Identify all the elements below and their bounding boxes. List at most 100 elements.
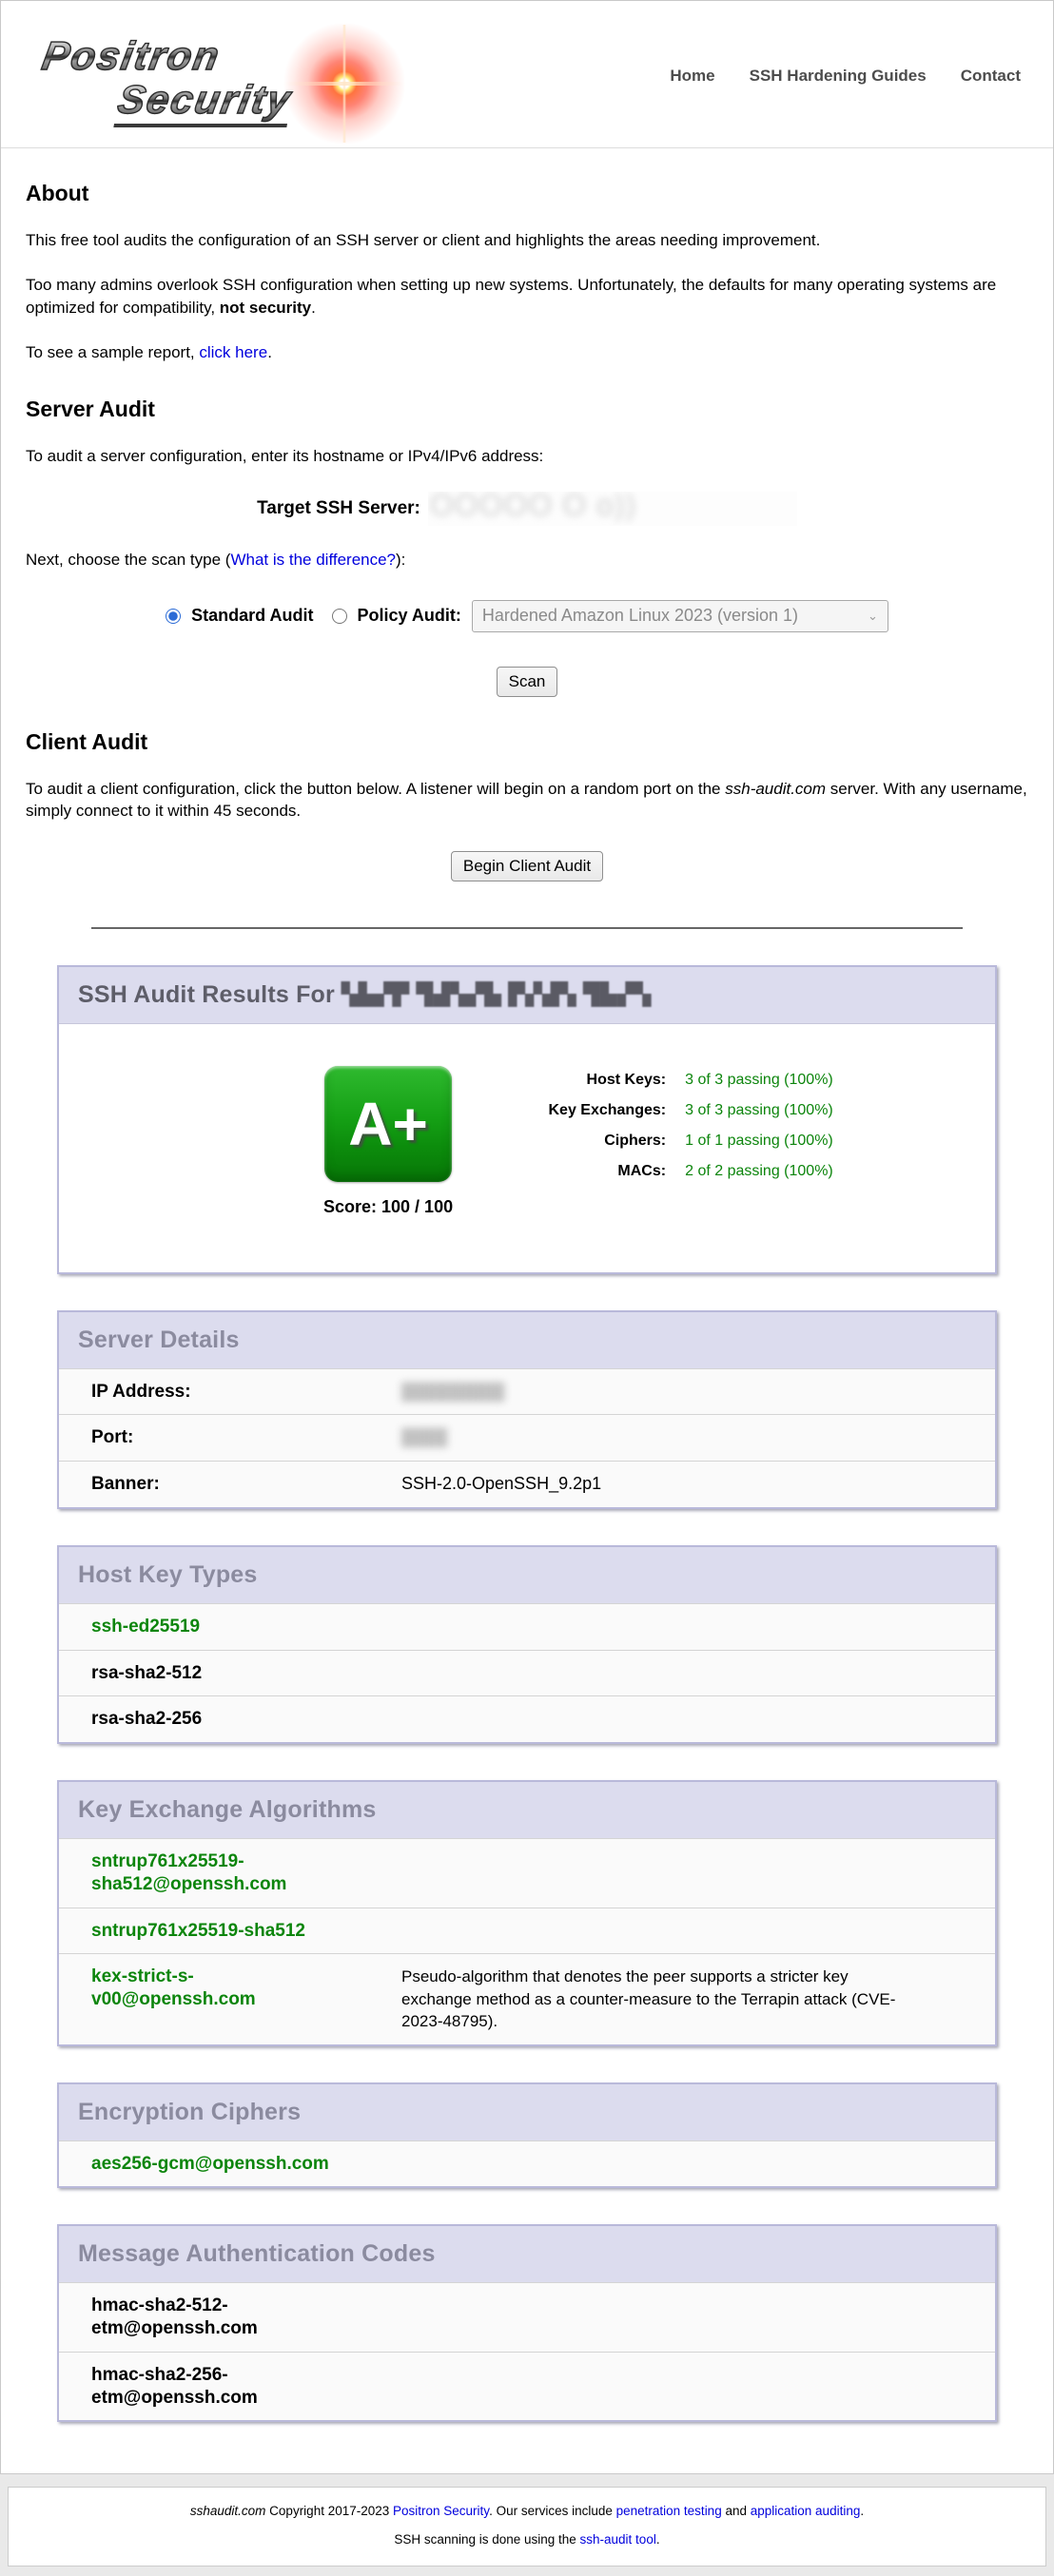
- about-p2-text: Too many admins overlook SSH configurati…: [26, 276, 996, 316]
- scan-type-row: Next, choose the scan type (What is the …: [26, 549, 1028, 571]
- stat-row-host-keys: Host Keys: 3 of 3 passing (100%): [510, 1072, 833, 1089]
- row-label: Banner:: [59, 1473, 401, 1496]
- target-server-label: Target SSH Server:: [257, 498, 420, 519]
- footer-copyright: Copyright 2017-2023: [265, 2504, 393, 2518]
- main-content: About This free tool audits the configur…: [1, 181, 1053, 2422]
- page-container: Positron Security Home SSH Hardening Gui…: [0, 0, 1054, 2474]
- section-divider: [91, 927, 964, 929]
- results-panel-header: SSH Audit Results For ▚▙▞▛ ▜▟▚▞▙ ▛▞▟▚ ▜▙…: [59, 967, 995, 1023]
- policy-audit-radio[interactable]: [332, 609, 347, 624]
- footer-auditing-link[interactable]: application auditing: [751, 2504, 861, 2518]
- scan-button[interactable]: Scan: [497, 667, 558, 697]
- about-paragraph-2: Too many admins overlook SSH configurati…: [26, 274, 1028, 319]
- table-row: hmac-sha2-256-etm@openssh.com: [59, 2352, 995, 2421]
- stat-label: MACs:: [510, 1163, 666, 1180]
- logo-text-line1: Positron: [43, 33, 220, 79]
- starburst-flare-icon: [283, 22, 406, 145]
- scan-type-close: ):: [396, 551, 405, 569]
- site-footer: sshaudit.com Copyright 2017-2023 Positro…: [8, 2487, 1046, 2566]
- mac-name: hmac-sha2-256-etm@openssh.com: [59, 2364, 401, 2410]
- row-value: SSH-2.0-OpenSSH_9.2p1: [401, 1473, 995, 1495]
- footer-positron-link[interactable]: Positron Security: [393, 2504, 489, 2518]
- encryption-ciphers-header: Encryption Ciphers: [59, 2084, 995, 2140]
- footer-line2-period: .: [656, 2532, 660, 2547]
- chevron-down-icon: ⌄: [868, 609, 878, 624]
- target-server-row: Target SSH Server: OOOOO O o)): [26, 492, 1028, 526]
- key-exchange-panel: Key Exchange Algorithms sntrup761x25519-…: [57, 1780, 997, 2046]
- stat-value: 1 of 1 passing (100%): [685, 1133, 833, 1150]
- stat-value: 3 of 3 passing (100%): [685, 1072, 833, 1089]
- kex-description: Pseudo-algorithm that denotes the peer s…: [401, 1966, 995, 2032]
- row-label: Port:: [59, 1426, 401, 1449]
- sample-report-link[interactable]: click here: [199, 343, 267, 361]
- sample-report-text: To see a sample report,: [26, 343, 199, 361]
- footer-ssh-audit-tool-link[interactable]: ssh-audit tool: [580, 2532, 656, 2547]
- results-body: A+ Score: 100 / 100 Host Keys: 3 of 3 pa…: [59, 1023, 995, 1272]
- positron-security-logo[interactable]: Positron Security: [28, 14, 437, 138]
- footer-gap: [0, 2474, 1054, 2487]
- kex-name: sntrup761x25519-sha512: [59, 1920, 401, 1943]
- footer-scanning-text: SSH scanning is done using the: [394, 2532, 579, 2547]
- table-row: sntrup761x25519-sha512@openssh.com: [59, 1838, 995, 1908]
- footer-line2: SSH scanning is done using the ssh-audit…: [18, 2532, 1036, 2547]
- score-label: Score: 100 / 100: [323, 1197, 453, 1217]
- host-key-name: rsa-sha2-256: [59, 1708, 401, 1731]
- macs-header: Message Authentication Codes: [59, 2226, 995, 2282]
- policy-audit-label: Policy Audit:: [358, 606, 461, 626]
- target-server-input[interactable]: OOOOO O o)): [428, 492, 797, 526]
- table-row: rsa-sha2-256: [59, 1695, 995, 1742]
- host-key-name: rsa-sha2-512: [59, 1662, 401, 1685]
- encryption-ciphers-panel: Encryption Ciphers aes256-gcm@openssh.co…: [57, 2082, 997, 2189]
- about-p2-bold: not security: [220, 299, 311, 317]
- grade-column: A+ Score: 100 / 100: [323, 1066, 453, 1217]
- ssh-audit-results-panel: SSH Audit Results For ▚▙▞▛ ▜▟▚▞▙ ▛▞▟▚ ▜▙…: [57, 965, 997, 1274]
- kex-name: kex-strict-s-v00@openssh.com: [59, 1966, 401, 2011]
- logo-text-line2: Security: [118, 77, 291, 127]
- policy-select-value: Hardened Amazon Linux 2023 (version 1): [482, 606, 798, 626]
- client-audit-heading: Client Audit: [26, 729, 1028, 755]
- standard-audit-radio[interactable]: [166, 609, 181, 624]
- about-paragraph-3: To see a sample report, click here.: [26, 341, 1028, 363]
- scan-type-options-row: Standard Audit Policy Audit: Hardened Am…: [26, 600, 1028, 632]
- stat-label: Key Exchanges:: [510, 1102, 666, 1119]
- footer-bottom-spacer: [0, 2566, 1054, 2576]
- policy-select[interactable]: Hardened Amazon Linux 2023 (version 1) ⌄: [472, 600, 888, 632]
- redacted-value: █████████: [401, 1382, 504, 1403]
- mac-name: hmac-sha2-512-etm@openssh.com: [59, 2295, 401, 2340]
- footer-services-text: . Our services include: [489, 2504, 616, 2518]
- site-header: Positron Security Home SSH Hardening Gui…: [1, 1, 1053, 148]
- macs-panel: Message Authentication Codes hmac-sha2-5…: [57, 2224, 997, 2422]
- host-key-name: ssh-ed25519: [59, 1616, 401, 1638]
- nav-item-ssh-hardening-guides[interactable]: SSH Hardening Guides: [750, 67, 927, 86]
- target-server-redacted-value: OOOOO O o)): [430, 492, 636, 523]
- stat-row-ciphers: Ciphers: 1 of 1 passing (100%): [510, 1133, 833, 1150]
- table-row: ssh-ed25519: [59, 1603, 995, 1650]
- redacted-value: ████: [401, 1427, 447, 1448]
- footer-pentest-link[interactable]: penetration testing: [616, 2504, 722, 2518]
- row-value-redacted: █████████: [401, 1381, 995, 1403]
- standard-audit-label: Standard Audit: [191, 606, 313, 626]
- kex-name: sntrup761x25519-sha512@openssh.com: [59, 1850, 401, 1896]
- stat-row-key-exchanges: Key Exchanges: 3 of 3 passing (100%): [510, 1102, 833, 1119]
- row-label: IP Address:: [59, 1381, 401, 1404]
- nav-item-home[interactable]: Home: [670, 67, 714, 86]
- cipher-name: aes256-gcm@openssh.com: [59, 2153, 401, 2176]
- server-audit-heading: Server Audit: [26, 397, 1028, 422]
- scan-type-difference-link[interactable]: What is the difference?: [230, 551, 396, 569]
- client-audit-paragraph: To audit a client configuration, click t…: [26, 778, 1028, 823]
- host-key-types-header: Host Key Types: [59, 1547, 995, 1603]
- stat-value: 3 of 3 passing (100%): [685, 1102, 833, 1119]
- stat-value: 2 of 2 passing (100%): [685, 1163, 833, 1180]
- stats-column: Host Keys: 3 of 3 passing (100%) Key Exc…: [510, 1072, 833, 1217]
- stat-row-macs: MACs: 2 of 2 passing (100%): [510, 1163, 833, 1180]
- server-audit-intro: To audit a server configuration, enter i…: [26, 445, 1028, 467]
- sample-report-period: .: [267, 343, 272, 361]
- table-row: IP Address: █████████: [59, 1368, 995, 1415]
- about-p2-period: .: [311, 299, 316, 317]
- nav-item-contact[interactable]: Contact: [961, 67, 1021, 86]
- begin-client-audit-button[interactable]: Begin Client Audit: [451, 851, 603, 881]
- grade-badge: A+: [324, 1066, 452, 1182]
- client-audit-domain: ssh-audit.com: [725, 780, 826, 798]
- results-title: SSH Audit Results For: [78, 981, 342, 1008]
- client-button-row: Begin Client Audit: [26, 851, 1028, 881]
